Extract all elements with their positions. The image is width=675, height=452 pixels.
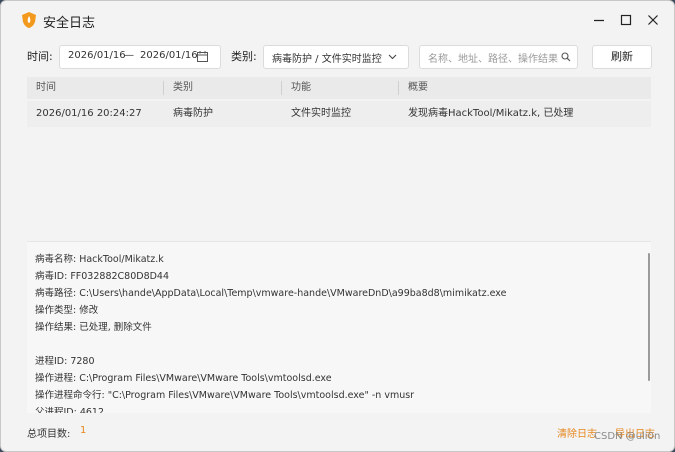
detail-virus-id: 病毒ID: FF032882C80D8D44 <box>35 271 170 282</box>
detail-virus-name: 病毒名称: HackTool/Mikatz.k <box>35 254 164 265</box>
calendar-icon[interactable] <box>197 51 208 62</box>
detail-process-path: 操作进程: C:\Program Files\VMware\VMware Too… <box>35 373 332 384</box>
detail-panel[interactable]: 病毒名称: HackTool/Mikatz.k 病毒ID: FF032882C8… <box>27 241 651 413</box>
detail-process-id: 进程ID: 7280 <box>35 356 95 367</box>
column-divider[interactable] <box>398 81 399 95</box>
category-filter-label: 类别: <box>231 50 257 63</box>
detail-process-cmdline: 操作进程命令行: "C:\Program Files\VMware\VMware… <box>35 390 415 401</box>
table-row[interactable]: 2026/01/16 20:24:27 病毒防护 文件实时监控 发现病毒Hack… <box>27 101 651 127</box>
time-filter-label: 时间: <box>27 50 53 63</box>
detail-virus-path: 病毒路径: C:\Users\hande\AppData\Local\Temp\… <box>35 288 507 299</box>
watermark: CSDN @uli0n <box>594 431 661 442</box>
column-header-category[interactable]: 类别 <box>173 77 193 99</box>
refresh-button[interactable]: 刷新 <box>592 45 652 69</box>
total-items-label: 总项目数: <box>27 429 71 440</box>
clear-log-link[interactable]: 清除日志 <box>557 425 597 440</box>
minimize-icon[interactable] <box>588 9 610 31</box>
total-items-count: 1 <box>80 425 87 436</box>
close-icon[interactable] <box>642 9 664 31</box>
window-title: 安全日志 <box>43 16 96 31</box>
date-to[interactable]: 2026/01/16 <box>140 50 198 61</box>
cell-summary: 发现病毒HackTool/Mikatz.k, 已处理 <box>408 108 574 119</box>
cell-function: 文件实时监控 <box>291 108 351 119</box>
column-header-function[interactable]: 功能 <box>291 77 311 99</box>
category-dropdown[interactable]: 病毒防护 / 文件实时监控 <box>263 45 409 69</box>
cell-time: 2026/01/16 20:24:27 <box>36 108 142 119</box>
detail-parent-process-id: 父进程ID: 4612 <box>35 407 105 413</box>
column-divider[interactable] <box>163 81 164 95</box>
cell-category: 病毒防护 <box>173 108 213 119</box>
detail-operation-type: 操作类型: 修改 <box>35 305 99 316</box>
date-separator: — <box>124 50 134 61</box>
date-from[interactable]: 2026/01/16 <box>68 50 126 61</box>
detail-scrollbar[interactable] <box>648 253 650 381</box>
search-placeholder: 名称、地址、路径、操作结果 <box>428 54 558 65</box>
date-range-picker[interactable]: 2026/01/16 — 2026/01/16 <box>59 45 221 69</box>
app-shield-icon <box>22 12 36 28</box>
security-log-window: 安全日志 时间: 2026/01/16 — 2026/01/16 类别: 病毒防… <box>0 0 675 452</box>
footer-bar: 总项目数: 1 清除日志 导出日志 <box>1 414 674 451</box>
table-header: 时间 类别 功能 概要 <box>27 77 651 99</box>
maximize-icon[interactable] <box>615 9 637 31</box>
column-divider[interactable] <box>281 81 282 95</box>
search-icon[interactable] <box>561 52 571 62</box>
column-header-summary[interactable]: 概要 <box>408 77 428 99</box>
chevron-down-icon[interactable] <box>388 53 397 61</box>
search-input[interactable]: 名称、地址、路径、操作结果 <box>419 45 578 69</box>
column-header-time[interactable]: 时间 <box>36 77 56 99</box>
detail-operation-result: 操作结果: 已处理, 删除文件 <box>35 322 152 333</box>
title-bar: 安全日志 <box>1 1 674 39</box>
category-value: 病毒防护 / 文件实时监控 <box>272 54 382 65</box>
